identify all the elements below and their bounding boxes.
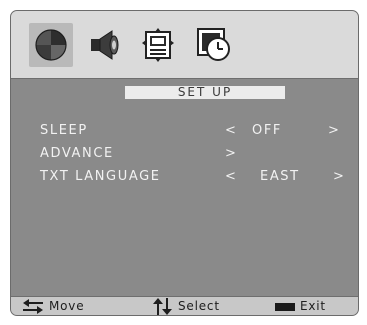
arrow-left-icon[interactable]: < (225, 169, 238, 184)
menu-item-label: SLEEP (40, 123, 88, 138)
help-exit-label: Exit (300, 299, 326, 313)
arrow-right-icon[interactable]: > (333, 169, 346, 184)
setup-icon (142, 28, 174, 62)
move-arrows-icon (23, 299, 43, 314)
arrow-left-icon[interactable]: < (225, 123, 238, 138)
setup-menu-tab[interactable] (140, 27, 176, 63)
osd-menu-panel: SET UP SLEEP < OFF > ADVANCE > TXT LANGU… (10, 10, 359, 316)
sound-menu-tab[interactable] (87, 27, 123, 63)
help-move-label: Move (49, 299, 85, 313)
menu-icon-bar (11, 11, 358, 78)
select-arrows-icon (153, 298, 172, 315)
time-menu-tab[interactable] (196, 27, 232, 63)
time-icon (197, 28, 230, 61)
picture-icon (35, 29, 67, 61)
menu-item-value: EAST (260, 169, 300, 184)
menu-item-label: ADVANCE (40, 146, 114, 161)
menu-item-advance[interactable]: ADVANCE > (11, 146, 358, 166)
menu-item-sleep[interactable]: SLEEP < OFF > (11, 123, 358, 143)
help-select-label: Select (178, 299, 220, 313)
picture-menu-tab[interactable] (29, 23, 73, 67)
menu-item-txt-language[interactable]: TXT LANGUAGE < EAST > (11, 169, 358, 189)
arrow-right-icon[interactable]: > (225, 146, 238, 161)
menu-title-bar: SET UP (125, 85, 285, 99)
icon-bar-divider (11, 78, 358, 79)
help-bar: Move Select Exit (11, 296, 358, 315)
sound-icon (91, 30, 119, 60)
arrow-right-icon[interactable]: > (328, 123, 341, 138)
menu-title: SET UP (177, 85, 233, 99)
menu-item-label: TXT LANGUAGE (40, 169, 161, 184)
exit-key-icon (275, 303, 295, 311)
menu-item-value: OFF (252, 123, 282, 138)
